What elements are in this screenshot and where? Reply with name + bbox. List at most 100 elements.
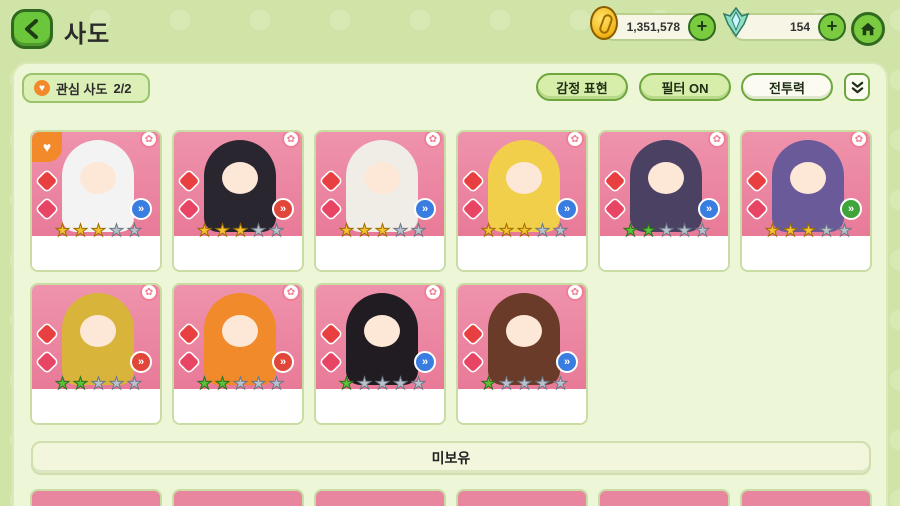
unowned-card-peek[interactable] (598, 489, 730, 506)
character-name (174, 393, 302, 423)
character-name (458, 393, 586, 423)
star-icon: ★ (108, 374, 125, 393)
star-icon: ★ (338, 221, 355, 240)
chevron-left-icon (25, 19, 38, 39)
add-coins-button[interactable]: + (688, 13, 716, 41)
gem-value: 154 (789, 20, 810, 34)
unowned-card-peek[interactable] (456, 489, 588, 506)
character-face (790, 162, 826, 194)
character-card[interactable]: ✿ » ★ ★ ★ ★ ★ (598, 130, 730, 272)
character-name (32, 240, 160, 270)
character-card[interactable]: ✿» ★ ★ ★ ★ ★ (456, 283, 588, 425)
star-icon: ★ (764, 221, 781, 240)
type-arrow-icon: » (556, 198, 578, 220)
star-icon: ★ (374, 374, 391, 393)
star-icon: ★ (480, 374, 497, 393)
unowned-card-peek[interactable] (314, 489, 446, 506)
home-button[interactable] (851, 12, 885, 46)
add-gems-button[interactable]: + (818, 13, 846, 41)
star-icon: ★ (516, 374, 533, 393)
favorites-filter[interactable]: ♥ 관심 사도 2/2 (22, 73, 150, 103)
type-arrow-icon: » (414, 351, 436, 373)
character-card[interactable]: ✿» ★ ★ ★ ★ ★ (314, 283, 446, 425)
unowned-section-header[interactable]: 미보유 (31, 441, 871, 475)
character-face (506, 315, 542, 347)
sort-order-button[interactable] (844, 73, 870, 101)
star-icon: ★ (498, 374, 515, 393)
flower-icon: ✿ (282, 132, 300, 148)
flower-icon: ✿ (708, 132, 726, 148)
character-name (174, 240, 302, 270)
star-rating: ★ ★ ★ ★ ★ (622, 221, 711, 240)
star-rating: ★ ★ ★ ★ ★ (338, 221, 427, 240)
star-icon: ★ (410, 221, 427, 240)
star-rating: ★ ★ ★ ★ ★ (196, 221, 285, 240)
character-name (600, 240, 728, 270)
star-icon: ★ (338, 374, 355, 393)
star-icon: ★ (232, 374, 249, 393)
type-arrow-icon: » (556, 351, 578, 373)
star-icon: ★ (676, 221, 693, 240)
character-card[interactable]: ✿» ★ ★ ★ ★ ★ (314, 130, 446, 272)
star-icon: ★ (268, 374, 285, 393)
flower-icon: ✿ (424, 132, 442, 148)
page-title: 사도 (64, 21, 111, 48)
coin-value: 1,351,578 (626, 20, 680, 34)
character-name (742, 240, 870, 270)
unowned-card-peek[interactable] (30, 489, 162, 506)
character-card[interactable]: ✿» ★ ★ ★ ★ ★ ♥ (30, 130, 162, 272)
star-rating: ★ ★ ★ ★ ★ (764, 221, 853, 240)
character-card[interactable]: ✿» ★ ★ ★ ★ ★ (456, 130, 588, 272)
star-icon: ★ (54, 374, 71, 393)
character-card[interactable]: ✿ » ★ ★ ★ ★ ★ (740, 130, 872, 272)
star-icon: ★ (126, 221, 143, 240)
star-icon: ★ (498, 221, 515, 240)
star-icon: ★ (232, 221, 249, 240)
flower-icon: ✿ (566, 132, 584, 148)
star-icon: ★ (90, 221, 107, 240)
star-icon: ★ (640, 221, 657, 240)
type-arrow-icon: » (840, 198, 862, 220)
character-face (222, 315, 258, 347)
character-name (32, 393, 160, 423)
character-face (364, 162, 400, 194)
star-icon: ★ (658, 221, 675, 240)
star-icon: ★ (356, 221, 373, 240)
star-icon: ★ (126, 374, 143, 393)
unowned-card-peek[interactable] (172, 489, 304, 506)
star-icon: ★ (54, 221, 71, 240)
star-rating: ★ ★ ★ ★ ★ (54, 374, 143, 393)
top-bar: 사도 1,351,578 + 154 + (0, 0, 900, 58)
character-card[interactable]: ✿» ★ ★ ★ ★ ★ (30, 283, 162, 425)
star-icon: ★ (552, 221, 569, 240)
flower-icon: ✿ (566, 285, 584, 301)
character-face (364, 315, 400, 347)
flower-icon: ✿ (850, 132, 868, 148)
favorite-heart-icon[interactable]: ♥ (32, 132, 62, 162)
star-icon: ★ (196, 374, 213, 393)
type-arrow-icon: » (130, 198, 152, 220)
star-icon: ★ (72, 374, 89, 393)
flower-icon: ✿ (424, 285, 442, 301)
star-rating: ★ ★ ★ ★ ★ (338, 374, 427, 393)
filter-button[interactable]: 필터 ON (639, 73, 731, 101)
emotion-button[interactable]: 감정 표현 (536, 73, 628, 101)
character-card[interactable]: ✿» ★ ★ ★ ★ ★ (172, 130, 304, 272)
character-face (80, 315, 116, 347)
type-arrow-icon: » (698, 198, 720, 220)
unowned-card-peek[interactable] (740, 489, 872, 506)
character-face (648, 162, 684, 194)
star-rating: ★ ★ ★ ★ ★ (54, 221, 143, 240)
favorites-label: 관심 사도 (56, 81, 108, 97)
back-button[interactable] (11, 9, 53, 49)
star-icon: ★ (392, 221, 409, 240)
character-card[interactable]: ✿» ★ ★ ★ ★ ★ (172, 283, 304, 425)
character-name (316, 393, 444, 423)
flower-icon: ✿ (140, 132, 158, 148)
character-face (222, 162, 258, 194)
sort-power-button[interactable]: 전투력 (741, 73, 833, 101)
star-icon: ★ (552, 374, 569, 393)
star-rating: ★ ★ ★ ★ ★ (480, 221, 569, 240)
character-face (80, 162, 116, 194)
double-chevron-down-icon (851, 81, 863, 93)
